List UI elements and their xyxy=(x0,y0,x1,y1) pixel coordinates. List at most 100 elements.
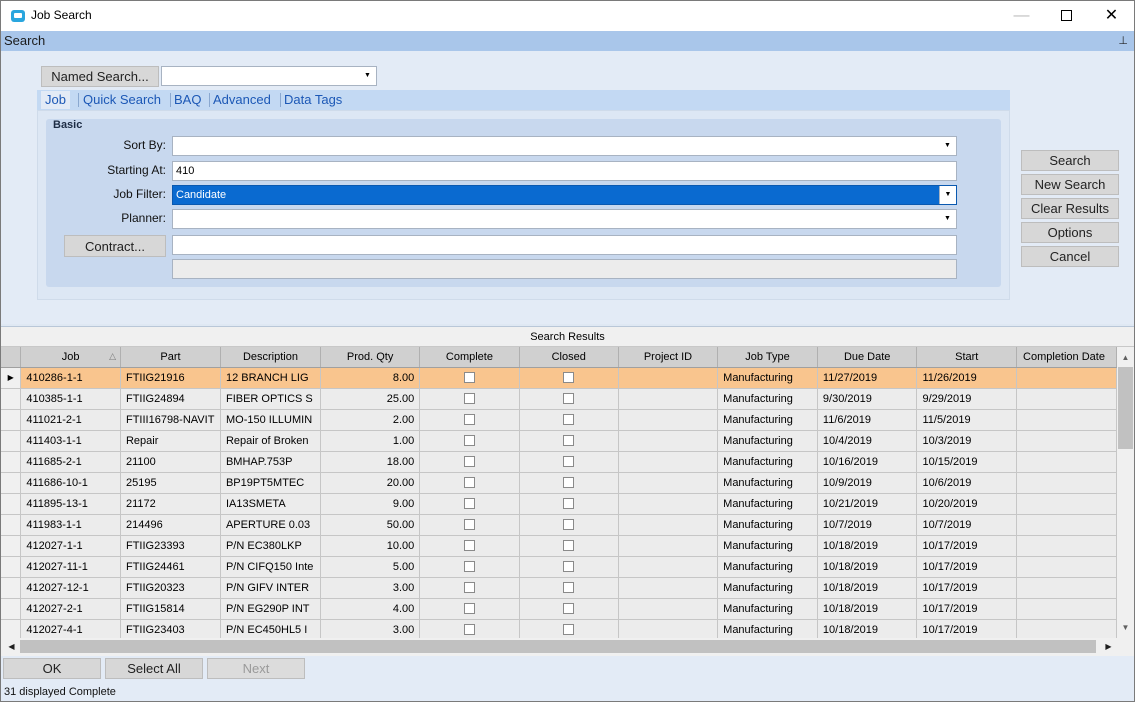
cell-complete[interactable] xyxy=(419,409,520,431)
cell-prod-qty[interactable]: 50.00 xyxy=(320,514,421,536)
cell-description[interactable]: 12 BRANCH LIG xyxy=(220,367,321,389)
table-row[interactable]: 411983-1-1 214496 APERTURE 0.03 50.00 Manufa… xyxy=(1,514,1117,536)
sort-by-dropdown[interactable]: ▼ xyxy=(172,136,957,156)
cell-closed[interactable] xyxy=(519,577,619,599)
complete-checkbox[interactable] xyxy=(463,372,475,384)
cell-closed[interactable] xyxy=(519,619,619,638)
chevron-down-icon[interactable]: ▼ xyxy=(939,186,956,204)
tab-job[interactable]: Job xyxy=(41,91,70,109)
tab-data-tags[interactable]: Data Tags xyxy=(280,91,346,109)
complete-checkbox[interactable] xyxy=(463,393,475,405)
cell-due-date[interactable]: 10/18/2019 xyxy=(817,535,918,557)
cell-prod-qty[interactable]: 20.00 xyxy=(320,472,421,494)
column-header-description[interactable]: Description xyxy=(220,347,321,368)
cell-due-date[interactable]: 10/18/2019 xyxy=(817,598,918,620)
cell-start[interactable]: 10/15/2019 xyxy=(916,451,1018,473)
ok-button[interactable]: OK xyxy=(3,658,101,679)
cell-project-id[interactable] xyxy=(618,598,719,620)
row-selector[interactable] xyxy=(1,556,22,578)
cell-description[interactable]: P/N EG290P INT xyxy=(220,598,321,620)
column-header-project-id[interactable]: Project ID xyxy=(618,347,719,368)
column-header-start[interactable]: Start xyxy=(916,347,1018,368)
cell-completion-date[interactable] xyxy=(1016,577,1117,599)
cell-job[interactable]: 412027-1-1 xyxy=(20,535,121,557)
column-header-part[interactable]: Part xyxy=(120,347,221,368)
named-search-button[interactable]: Named Search... xyxy=(41,66,159,87)
row-selector[interactable] xyxy=(1,472,22,494)
cell-part[interactable]: 25195 xyxy=(120,472,221,494)
table-row[interactable]: 411686-10-1 25195 BP19PT5MTEC 20.00 Manufact… xyxy=(1,472,1117,494)
closed-checkbox[interactable] xyxy=(563,477,575,489)
tab-advanced[interactable]: Advanced xyxy=(209,91,275,109)
cell-start[interactable]: 10/17/2019 xyxy=(916,577,1018,599)
row-selector[interactable] xyxy=(1,451,22,473)
cell-closed[interactable] xyxy=(519,472,619,494)
row-selector[interactable] xyxy=(1,514,22,536)
cell-closed[interactable] xyxy=(519,556,619,578)
column-header-completion-date[interactable]: Completion Date xyxy=(1016,347,1117,368)
horizontal-scrollbar[interactable]: ◀ ▶ xyxy=(1,638,1117,655)
complete-checkbox[interactable] xyxy=(463,624,475,636)
vertical-scroll-thumb[interactable] xyxy=(1118,367,1133,449)
maximize-button[interactable] xyxy=(1044,1,1089,31)
closed-checkbox[interactable] xyxy=(563,414,575,426)
closed-checkbox[interactable] xyxy=(563,498,575,510)
row-selector[interactable] xyxy=(1,493,22,515)
cell-start[interactable]: 11/26/2019 xyxy=(916,367,1018,389)
closed-checkbox[interactable] xyxy=(563,582,575,594)
cell-job-type[interactable]: Manufacturing xyxy=(717,598,818,620)
cell-job[interactable]: 411895-13-1 xyxy=(20,493,121,515)
row-selector[interactable] xyxy=(1,430,22,452)
scroll-left-icon[interactable]: ◀ xyxy=(3,638,20,655)
scroll-right-icon[interactable]: ▶ xyxy=(1100,638,1117,655)
cell-job-type[interactable]: Manufacturing xyxy=(717,409,818,431)
cell-due-date[interactable]: 10/18/2019 xyxy=(817,556,918,578)
cell-due-date[interactable]: 10/16/2019 xyxy=(817,451,918,473)
cell-job[interactable]: 411021-2-1 xyxy=(20,409,121,431)
cell-completion-date[interactable] xyxy=(1016,430,1117,452)
cell-closed[interactable] xyxy=(519,367,619,389)
closed-checkbox[interactable] xyxy=(563,393,575,405)
cell-description[interactable]: P/N CIFQ150 Inte xyxy=(220,556,321,578)
column-header-prod-qty[interactable]: Prod. Qty xyxy=(320,347,421,368)
cell-prod-qty[interactable]: 18.00 xyxy=(320,451,421,473)
cell-job[interactable]: 410385-1-1 xyxy=(20,388,121,410)
cell-job[interactable]: 411685-2-1 xyxy=(20,451,121,473)
column-header-complete[interactable]: Complete xyxy=(419,347,520,368)
cell-start[interactable]: 10/17/2019 xyxy=(916,535,1018,557)
cell-due-date[interactable]: 10/21/2019 xyxy=(817,493,918,515)
horizontal-scroll-thumb[interactable] xyxy=(20,640,1096,653)
closed-checkbox[interactable] xyxy=(563,372,575,384)
closed-checkbox[interactable] xyxy=(563,603,575,615)
cell-completion-date[interactable] xyxy=(1016,367,1117,389)
cell-project-id[interactable] xyxy=(618,472,719,494)
closed-checkbox[interactable] xyxy=(563,519,575,531)
cell-prod-qty[interactable]: 2.00 xyxy=(320,409,421,431)
cell-complete[interactable] xyxy=(419,367,520,389)
scroll-down-icon[interactable]: ▼ xyxy=(1117,619,1134,636)
cell-completion-date[interactable] xyxy=(1016,409,1117,431)
cell-prod-qty[interactable]: 3.00 xyxy=(320,577,421,599)
closed-checkbox[interactable] xyxy=(563,561,575,573)
cell-start[interactable]: 10/17/2019 xyxy=(916,598,1018,620)
pin-icon[interactable]: ⊥ xyxy=(1118,34,1128,47)
cell-prod-qty[interactable]: 10.00 xyxy=(320,535,421,557)
cell-complete[interactable] xyxy=(419,556,520,578)
cell-complete[interactable] xyxy=(419,577,520,599)
cell-completion-date[interactable] xyxy=(1016,472,1117,494)
cell-description[interactable]: P/N GIFV INTER xyxy=(220,577,321,599)
starting-at-input[interactable]: 410 xyxy=(172,161,957,181)
vertical-scrollbar[interactable]: ▲ ▼ xyxy=(1117,347,1134,638)
next-button[interactable]: Next xyxy=(207,658,305,679)
row-selector[interactable] xyxy=(1,619,22,638)
cell-start[interactable]: 11/5/2019 xyxy=(916,409,1018,431)
cell-project-id[interactable] xyxy=(618,619,719,638)
cell-project-id[interactable] xyxy=(618,451,719,473)
cell-due-date[interactable]: 10/9/2019 xyxy=(817,472,918,494)
cell-job[interactable]: 412027-12-1 xyxy=(20,577,121,599)
cell-project-id[interactable] xyxy=(618,367,719,389)
planner-dropdown[interactable]: ▼ xyxy=(172,209,957,229)
complete-checkbox[interactable] xyxy=(463,477,475,489)
scroll-up-icon[interactable]: ▲ xyxy=(1117,349,1134,366)
cell-complete[interactable] xyxy=(419,619,520,638)
